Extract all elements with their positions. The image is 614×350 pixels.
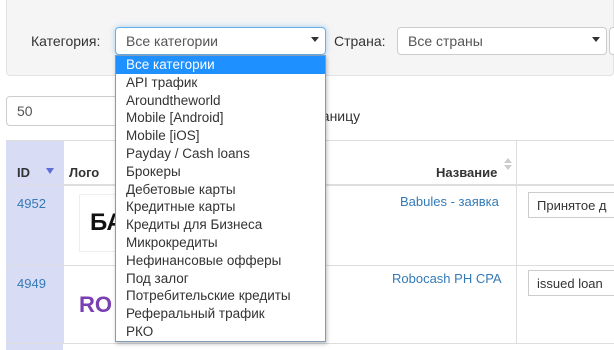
category-option[interactable]: Все категории xyxy=(116,56,325,74)
goal-field[interactable]: issued loan xyxy=(528,270,614,296)
category-dropdown-list[interactable]: Все категории API трафик Aroundtheworld Mob… xyxy=(115,55,326,342)
category-option[interactable]: Нефинансовые офферы xyxy=(116,252,325,270)
category-select[interactable]: Все категории xyxy=(115,27,326,55)
category-select-value: Все категории xyxy=(126,33,218,49)
sort-desc-icon[interactable] xyxy=(504,165,512,170)
column-divider xyxy=(63,266,64,343)
category-option[interactable]: Aroundtheworld xyxy=(116,92,325,110)
logo-text: RO xyxy=(79,292,112,317)
category-option[interactable]: Брокеры xyxy=(116,163,325,181)
offer-name-link[interactable]: Babules - заявка xyxy=(400,194,499,209)
column-divider xyxy=(63,141,64,184)
offer-id-link[interactable]: 4949 xyxy=(17,276,46,291)
offer-id-link[interactable]: 4952 xyxy=(17,196,46,211)
chevron-down-icon xyxy=(311,37,319,42)
country-label: Страна: xyxy=(334,33,386,49)
category-option[interactable]: Кредитные карты xyxy=(116,198,325,216)
sort-desc-icon[interactable] xyxy=(46,168,54,174)
logo-header: Лого xyxy=(69,165,100,180)
category-option[interactable]: API трафик xyxy=(116,74,325,92)
category-option[interactable]: Кредиты для Бизнеса xyxy=(116,216,325,234)
category-option[interactable]: Под залог xyxy=(116,270,325,288)
goal-field[interactable]: Принятое д xyxy=(528,192,614,218)
category-option[interactable]: Дебетовые карты xyxy=(116,181,325,199)
offer-name-link[interactable]: Robocash PH CPA xyxy=(392,271,502,286)
per-page-value: 50 xyxy=(17,103,33,119)
id-cell xyxy=(6,344,63,350)
column-divider xyxy=(63,186,64,265)
id-header[interactable]: ID xyxy=(17,165,30,180)
per-page-select[interactable]: 50 xyxy=(6,96,131,126)
category-option[interactable]: Микрокредиты xyxy=(116,234,325,252)
country-select-value: Все страны xyxy=(408,33,483,49)
category-option[interactable]: Mobile [Android] xyxy=(116,109,325,127)
category-option[interactable]: РКО xyxy=(116,323,325,341)
column-divider xyxy=(516,266,517,343)
sort-asc-icon[interactable] xyxy=(504,158,512,163)
name-header[interactable]: Название xyxy=(436,165,497,180)
next-filter-edge[interactable] xyxy=(609,27,614,55)
category-option[interactable]: Реферальный трафик xyxy=(116,305,325,323)
category-label: Категория: xyxy=(31,33,101,49)
category-option[interactable]: Потребительские кредиты xyxy=(116,287,325,305)
id-header-cell[interactable] xyxy=(6,141,63,185)
column-divider xyxy=(516,186,517,265)
chevron-down-icon xyxy=(592,37,600,42)
column-divider xyxy=(516,141,517,184)
category-option[interactable]: Mobile [iOS] xyxy=(116,127,325,145)
table-row xyxy=(6,344,614,350)
category-option[interactable]: Payday / Cash loans xyxy=(116,145,325,163)
country-select[interactable]: Все страны xyxy=(397,27,607,55)
